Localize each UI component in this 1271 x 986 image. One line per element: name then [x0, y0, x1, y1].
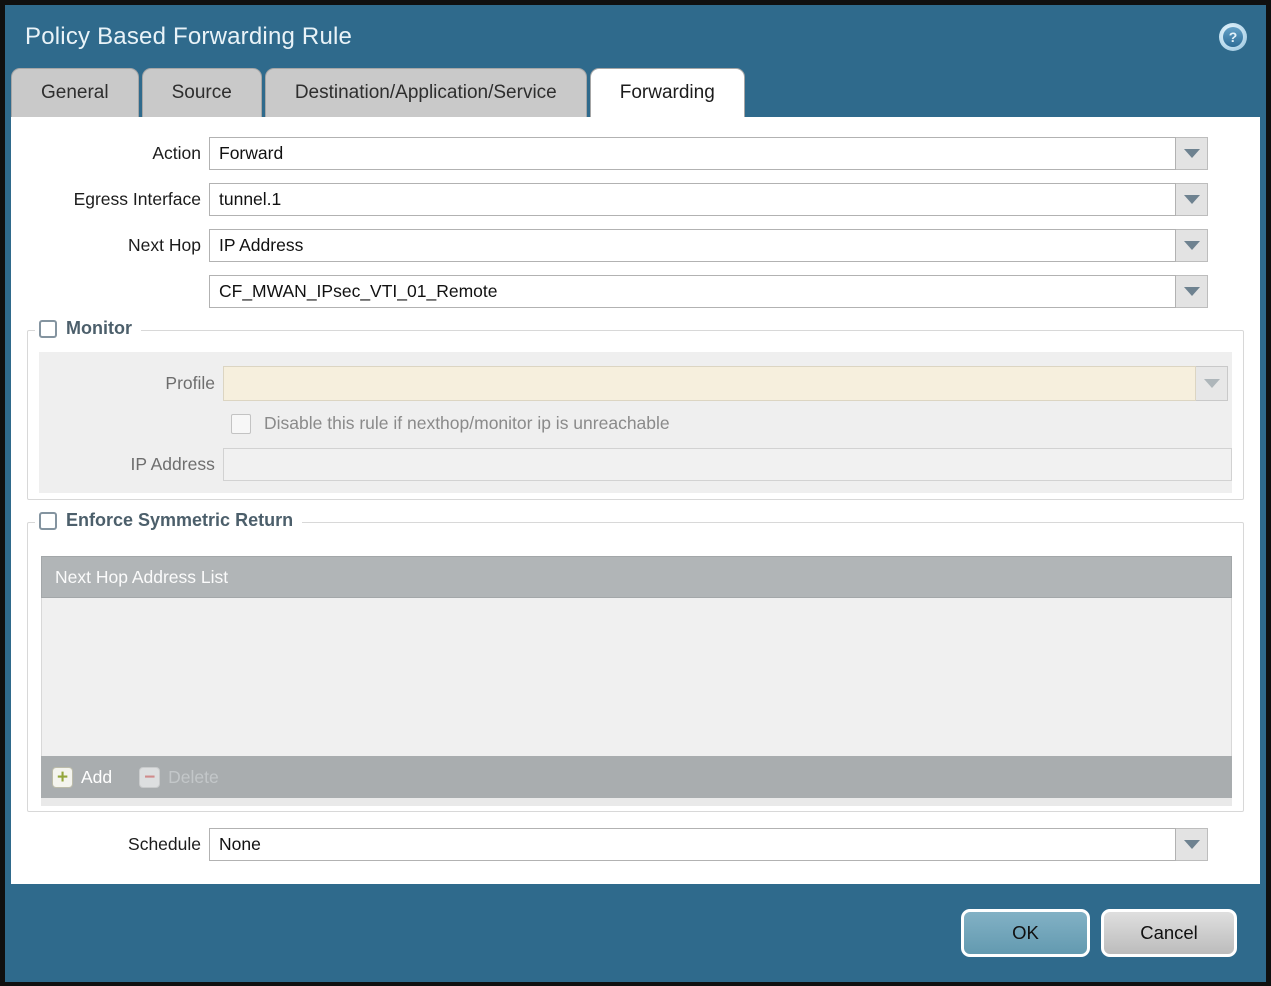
profile-label: Profile [165, 373, 215, 393]
tab-destination-application-service[interactable]: Destination/Application/Service [264, 68, 587, 117]
next-hop-address-dropdown-button[interactable] [1176, 275, 1208, 308]
schedule-dropdown-button[interactable] [1176, 828, 1208, 861]
delete-button-label: Delete [168, 766, 219, 787]
action-row: Action Forward [11, 137, 1260, 170]
monitor-checkbox[interactable] [39, 319, 57, 338]
cancel-button[interactable]: Cancel [1101, 909, 1237, 957]
chevron-down-icon [1183, 287, 1200, 296]
next-hop-address-list-body[interactable] [41, 598, 1232, 756]
next-hop-address-list-toolbar: + Add − Delete [41, 756, 1232, 798]
disable-rule-row: Disable this rule if nexthop/monitor ip … [231, 413, 1232, 434]
egress-interface-dropdown-button[interactable] [1176, 183, 1208, 216]
schedule-label: Schedule [128, 834, 201, 854]
profile-dropdown [223, 366, 1196, 401]
minus-icon: − [139, 766, 161, 788]
chevron-down-icon [1183, 149, 1200, 158]
monitor-ip-address-label: IP Address [130, 454, 215, 474]
action-dropdown-button[interactable] [1176, 137, 1208, 170]
enforce-symmetric-return-legend: Enforce Symmetric Return [35, 510, 303, 531]
table-bottom-strip [41, 798, 1232, 806]
next-hop-type-dropdown[interactable]: IP Address [209, 229, 1176, 262]
dialog-footer: OK Cancel [5, 884, 1266, 982]
question-circle-icon: ? [1223, 26, 1243, 47]
chevron-down-icon [1203, 379, 1220, 388]
profile-row: Profile [39, 366, 1232, 401]
egress-interface-dropdown[interactable]: tunnel.1 [209, 183, 1176, 216]
monitor-legend: Monitor [35, 318, 141, 339]
policy-based-forwarding-dialog: Policy Based Forwarding Rule ? General S… [5, 5, 1266, 982]
next-hop-address-list-header: Next Hop Address List [41, 556, 1232, 598]
add-button[interactable]: + Add [52, 766, 113, 788]
action-dropdown[interactable]: Forward [209, 137, 1176, 170]
forwarding-tab-content: Action Forward Egress Interface tunnel.1… [11, 117, 1260, 884]
monitor-ip-address-input [222, 448, 1232, 481]
dialog-title: Policy Based Forwarding Rule [25, 22, 353, 50]
schedule-dropdown[interactable]: None [209, 828, 1176, 861]
next-hop-address-row: CF_MWAN_IPsec_VTI_01_Remote [11, 275, 1260, 308]
next-hop-label: Next Hop [128, 235, 201, 255]
next-hop-type-dropdown-button[interactable] [1176, 229, 1208, 262]
delete-button: − Delete [139, 766, 219, 788]
profile-dropdown-button [1196, 366, 1228, 401]
enforce-symmetric-return-checkbox[interactable] [39, 511, 57, 530]
add-button-label: Add [81, 766, 113, 787]
next-hop-address-list-table: Next Hop Address List + Add − Delete [41, 556, 1232, 798]
plus-icon: + [52, 766, 73, 788]
monitor-panel: Profile Disable this rule if nexthop/mon… [39, 352, 1232, 493]
schedule-row: Schedule None [11, 828, 1260, 861]
chevron-down-icon [1183, 195, 1200, 204]
egress-interface-label: Egress Interface [73, 189, 201, 209]
enforce-symmetric-return-section: Enforce Symmetric Return Next Hop Addres… [27, 510, 1244, 812]
chevron-down-icon [1183, 241, 1200, 250]
enforce-symmetric-return-label: Enforce Symmetric Return [66, 510, 294, 530]
dialog-titlebar: Policy Based Forwarding Rule ? [5, 5, 1266, 68]
chevron-down-icon [1183, 840, 1200, 849]
tab-source[interactable]: Source [141, 68, 262, 117]
disable-rule-checkbox [231, 413, 251, 434]
next-hop-address-dropdown[interactable]: CF_MWAN_IPsec_VTI_01_Remote [209, 275, 1176, 308]
ok-button[interactable]: OK [961, 909, 1090, 957]
action-label: Action [152, 143, 201, 163]
monitor-legend-label: Monitor [66, 318, 132, 338]
tab-general[interactable]: General [11, 68, 139, 117]
monitor-ip-address-row: IP Address [39, 448, 1232, 481]
next-hop-row: Next Hop IP Address [11, 229, 1260, 262]
help-button[interactable]: ? [1219, 22, 1247, 51]
tab-forwarding[interactable]: Forwarding [589, 68, 745, 117]
disable-rule-label: Disable this rule if nexthop/monitor ip … [264, 413, 670, 433]
monitor-section: Monitor Profile Disable this rule if nex… [27, 318, 1244, 500]
tab-bar: General Source Destination/Application/S… [5, 68, 1266, 117]
egress-interface-row: Egress Interface tunnel.1 [11, 183, 1260, 216]
